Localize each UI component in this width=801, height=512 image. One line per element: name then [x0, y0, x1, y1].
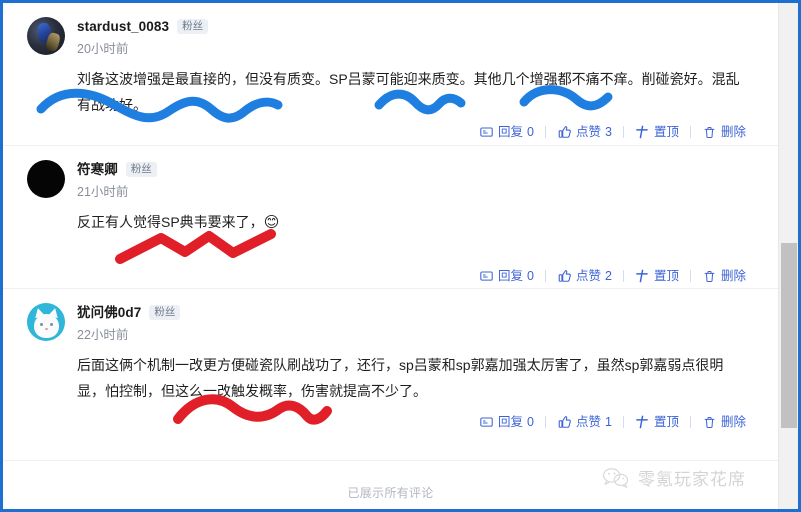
delete-button[interactable]: 删除 — [702, 122, 746, 142]
comment-actions: 回复 0 点赞 1 置顶 删除 — [27, 412, 754, 432]
pin-button[interactable]: 置顶 — [635, 122, 679, 142]
delete-label: 删除 — [720, 125, 746, 139]
pin-label: 置顶 — [653, 125, 679, 139]
username[interactable]: 符寒卿 — [77, 161, 118, 178]
comment-header: 符寒卿 粉丝 21小时前 — [27, 160, 754, 200]
comment-text: 反正有人觉得SP典韦要来了， — [77, 214, 264, 230]
reply-label: 回复 — [498, 269, 524, 283]
trash-icon — [702, 269, 717, 284]
watermark: 零氪玩家花席 — [602, 465, 746, 490]
comment-item: stardust_0083 粉丝 20小时前 刘备这波增强是最直接的，但没有质变… — [3, 3, 778, 146]
like-count: 3 — [605, 125, 612, 139]
username[interactable]: 犹问佛0d7 — [77, 304, 141, 321]
divider — [689, 416, 691, 428]
wechat-icon — [602, 467, 629, 488]
comment-actions: 回复 0 点赞 3 置顶 删除 — [27, 122, 754, 142]
like-button[interactable]: 点赞 3 — [557, 122, 612, 142]
pin-icon — [635, 415, 650, 430]
like-button[interactable]: 点赞 1 — [557, 412, 612, 432]
reply-label: 回复 — [498, 415, 524, 429]
watermark-text: 零氪玩家花席 — [638, 470, 746, 489]
pin-icon — [635, 269, 650, 284]
reply-button[interactable]: 回复 0 — [479, 266, 534, 286]
delete-button[interactable]: 删除 — [702, 266, 746, 286]
comment-actions: 回复 0 点赞 2 置顶 删除 — [27, 266, 754, 286]
reply-button[interactable]: 回复 0 — [479, 412, 534, 432]
pin-label: 置顶 — [653, 269, 679, 283]
delete-label: 删除 — [720, 269, 746, 283]
reply-label: 回复 — [498, 125, 524, 139]
comment-meta: 犹问佛0d7 粉丝 22小时前 — [77, 303, 754, 343]
comment-header: stardust_0083 粉丝 20小时前 — [27, 17, 754, 57]
avatar[interactable] — [27, 17, 65, 55]
divider — [622, 416, 624, 428]
comment-header: 犹问佛0d7 粉丝 22小时前 — [27, 303, 754, 343]
comment-item: 犹问佛0d7 粉丝 22小时前 后面这俩个机制一改更方便碰瓷队刷战功了，还行，s… — [3, 289, 778, 461]
trash-icon — [702, 415, 717, 430]
like-count: 1 — [605, 415, 612, 429]
comment-text-wrap: 反正有人觉得SP典韦要来了，😊 — [77, 209, 754, 236]
like-button[interactable]: 点赞 2 — [557, 266, 612, 286]
reply-count: 0 — [527, 125, 534, 139]
thumbs-up-icon — [557, 415, 572, 430]
comment-meta: 符寒卿 粉丝 21小时前 — [77, 160, 754, 200]
timestamp: 22小时前 — [77, 328, 129, 342]
comment-list-page: stardust_0083 粉丝 20小时前 刘备这波增强是最直接的，但没有质变… — [3, 3, 778, 509]
trash-icon — [702, 125, 717, 140]
cat-eye-icon — [50, 323, 53, 326]
screenshot-frame: stardust_0083 粉丝 20小时前 刘备这波增强是最直接的，但没有质变… — [0, 0, 801, 512]
divider — [545, 126, 546, 138]
avatar[interactable] — [27, 303, 65, 341]
status-badge: 粉丝 — [177, 18, 209, 35]
username-row: stardust_0083 粉丝 — [77, 18, 754, 35]
divider — [689, 270, 691, 282]
comment-icon — [479, 269, 494, 284]
scrollbar-thumb[interactable] — [781, 243, 797, 428]
username-row: 符寒卿 粉丝 — [77, 161, 754, 178]
pin-icon — [635, 125, 650, 140]
divider — [689, 126, 691, 138]
divider — [622, 126, 624, 138]
comment-icon — [479, 415, 494, 430]
smile-emoji: 😊 — [263, 214, 280, 231]
divider — [545, 416, 546, 428]
reply-count: 0 — [527, 415, 534, 429]
pin-button[interactable]: 置顶 — [635, 412, 679, 432]
thumbs-up-icon — [557, 269, 572, 284]
delete-label: 删除 — [720, 415, 746, 429]
divider — [545, 270, 546, 282]
status-badge: 粉丝 — [149, 304, 181, 321]
username[interactable]: stardust_0083 — [77, 18, 169, 35]
delete-button[interactable]: 删除 — [702, 412, 746, 432]
comment-text: 后面这俩个机制一改更方便碰瓷队刷战功了，还行，sp吕蒙和sp郭嘉加强太厉害了，虽… — [77, 357, 724, 399]
timestamp: 20小时前 — [77, 42, 129, 56]
cat-eye-icon — [40, 323, 43, 326]
like-count: 2 — [605, 269, 612, 283]
comment-icon — [479, 125, 494, 140]
like-label: 点赞 — [576, 269, 602, 283]
comment-item: 符寒卿 粉丝 21小时前 反正有人觉得SP典韦要来了，😊 回复 0 点赞 2 置… — [3, 146, 778, 289]
like-label: 点赞 — [576, 415, 602, 429]
comment-meta: stardust_0083 粉丝 20小时前 — [77, 17, 754, 57]
divider — [622, 270, 624, 282]
cat-head-icon — [34, 314, 59, 338]
pin-button[interactable]: 置顶 — [635, 266, 679, 286]
reply-count: 0 — [527, 269, 534, 283]
vertical-scrollbar[interactable] — [778, 3, 798, 509]
timestamp: 21小时前 — [77, 185, 129, 199]
avatar[interactable] — [27, 160, 65, 198]
pin-label: 置顶 — [653, 415, 679, 429]
thumbs-up-icon — [557, 125, 572, 140]
cat-nose-icon — [45, 328, 48, 330]
reply-button[interactable]: 回复 0 — [479, 122, 534, 142]
like-label: 点赞 — [576, 125, 602, 139]
status-badge: 粉丝 — [125, 161, 157, 178]
username-row: 犹问佛0d7 粉丝 — [77, 304, 754, 321]
comment-text: 刘备这波增强是最直接的，但没有质变。SP吕蒙可能迎来质变。其他几个增强都不痛不痒… — [77, 71, 740, 113]
